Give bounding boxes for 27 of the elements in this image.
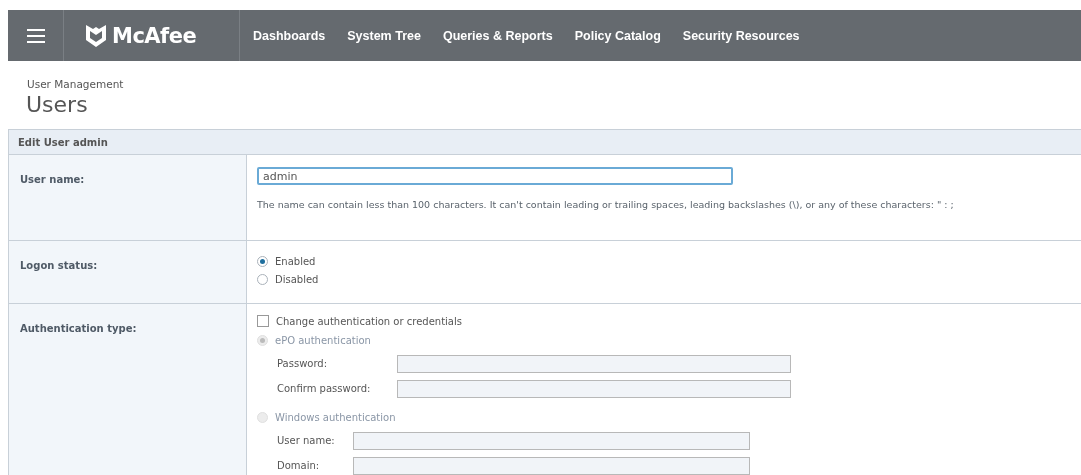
nav-link[interactable]: Dashboards (253, 28, 326, 43)
radio-button[interactable] (257, 255, 268, 267)
form-title: Edit User admin (18, 136, 108, 148)
field-label: Logon status: (20, 260, 98, 271)
nav-link[interactable]: Security Resources (682, 28, 800, 43)
field-label: User name: (277, 435, 336, 446)
field-label: Password: (277, 358, 329, 369)
field-label: Confirm password: (277, 383, 372, 394)
field-label: Domain: (277, 460, 321, 471)
field-label: Authentication type: (20, 323, 137, 334)
nav-link[interactable]: Queries & Reports (442, 28, 553, 43)
radio-button[interactable] (257, 273, 268, 285)
checkbox[interactable] (257, 315, 269, 327)
breadcrumb: User Management (27, 78, 125, 90)
user-name-input[interactable]: admin (257, 167, 733, 185)
radio-label: Windows authentication (275, 411, 396, 423)
nav-link[interactable]: Policy Catalog (574, 28, 661, 43)
field-label: User name: (20, 174, 85, 185)
logo-text: McAfee (112, 23, 197, 48)
radio-label: Disabled (275, 273, 319, 285)
page-title: Users (26, 92, 89, 117)
radio-label: Enabled (275, 255, 316, 267)
checkbox-label: Change authentication or credentials (276, 315, 462, 327)
radio-label: ePO authentication (275, 334, 371, 346)
nav-link[interactable]: System Tree (347, 28, 421, 43)
hint-text: The name can contain less than 100 characters. It can't contain leading or trailing spaces, leading backslashes (\), or any of these characters: " : ; (257, 199, 955, 210)
shield-logo-icon (86, 24, 106, 47)
